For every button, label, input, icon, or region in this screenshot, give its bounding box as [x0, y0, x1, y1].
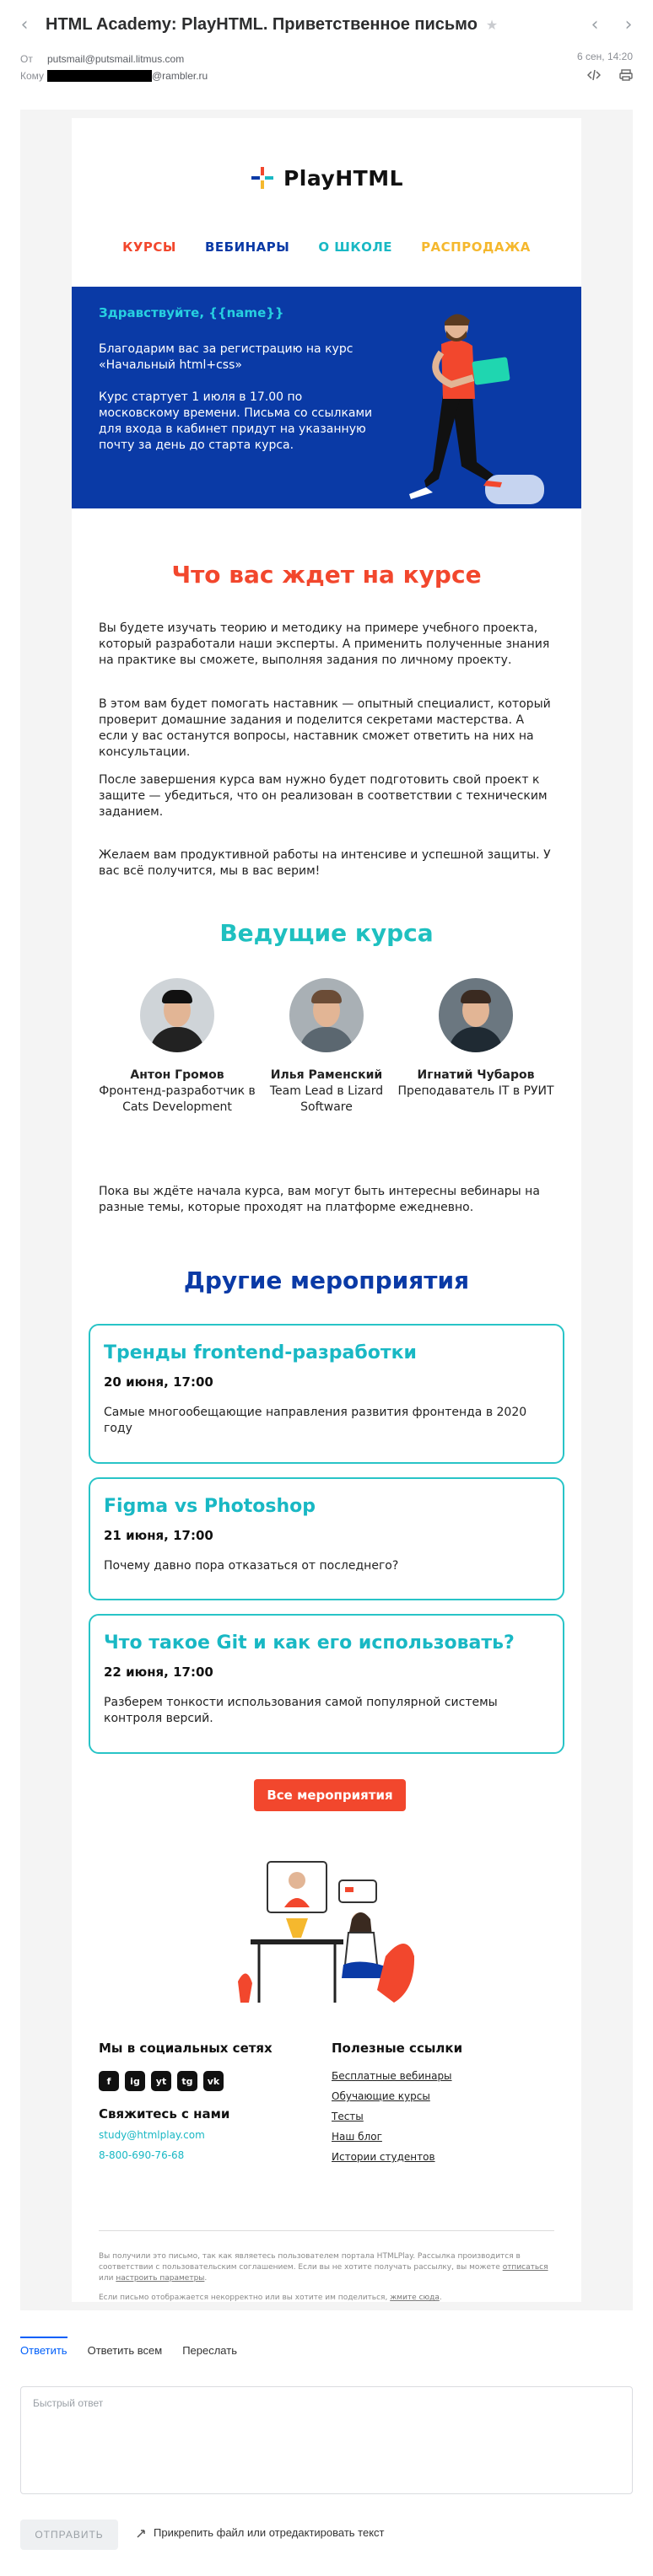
- from-label: От: [20, 53, 33, 65]
- message-subject: HTML Academy: PlayHTML. Приветственное п…: [46, 14, 478, 34]
- event-description: Почему давно пора отказаться от последне…: [104, 1559, 399, 1573]
- message-toolbar: ‹ HTML Academy: PlayHTML. Приветственное…: [0, 0, 653, 49]
- mentor-name: Илья Раменский: [270, 1068, 383, 1082]
- mentor-card: Антон Громов Фронтенд-разработчик в Cats…: [97, 978, 257, 1116]
- footer-social: Мы в социальных сетях f ig yt tg vk Свяж…: [99, 2041, 318, 2165]
- quick-reply-input[interactable]: Быстрый ответ: [20, 2386, 633, 2494]
- event-title[interactable]: Что такое Git и как его использовать?: [104, 1632, 515, 1654]
- mentor-name: Игнатий Чубаров: [417, 1068, 535, 1082]
- email-menu: КУРСЫ ВЕБИНАРЫ О ШКОЛЕ РАСПРОДАЖА: [72, 239, 581, 255]
- footer-links: Полезные ссылки Бесплатные вебинары Обуч…: [332, 2041, 551, 2167]
- message-meta: От putsmail@putsmail.litmus.com Кому @ra…: [20, 51, 633, 84]
- avatar: [439, 978, 513, 1052]
- avatar: [289, 978, 364, 1052]
- legal-text: Вы получили это письмо, так как являетес…: [99, 2252, 521, 2272]
- redacted-address: [47, 70, 152, 82]
- footer-link[interactable]: Тесты: [332, 2106, 551, 2127]
- intro-paragraph-2: В этом вам будет помогать наставник — оп…: [99, 697, 551, 759]
- facebook-icon[interactable]: f: [99, 2071, 119, 2091]
- hero-start-info: Курс стартует 1 июля в 17.00 по московск…: [99, 390, 373, 452]
- what-section-title: Что вас ждет на курсе: [171, 561, 482, 589]
- menu-item-about[interactable]: О ШКОЛЕ: [318, 239, 392, 255]
- tab-forward[interactable]: Переслать: [182, 2344, 237, 2357]
- attach-link[interactable]: Прикрепить файл или отредактировать текс…: [135, 2526, 385, 2539]
- brand-logo[interactable]: PlayHTML: [72, 165, 581, 191]
- footer-divider: [99, 2230, 554, 2231]
- avatar: [140, 978, 214, 1052]
- code-icon[interactable]: [586, 69, 602, 83]
- instagram-icon[interactable]: ig: [125, 2071, 145, 2091]
- menu-item-webinars[interactable]: ВЕБИНАРЫ: [205, 239, 289, 255]
- vk-icon[interactable]: vk: [203, 2071, 224, 2091]
- email-canvas: PlayHTML КУРСЫ ВЕБИНАРЫ О ШКОЛЕ РАСПРОДА…: [20, 110, 633, 2310]
- paperclip-icon: [137, 2529, 145, 2538]
- intro-paragraph-3: После завершения курса вам нужно будет п…: [99, 773, 548, 819]
- footer-link[interactable]: Обучающие курсы: [332, 2086, 551, 2106]
- mentor-card: Илья Раменский Team Lead в Lizard Softwa…: [246, 978, 407, 1116]
- settings-link[interactable]: настроить параметры: [116, 2274, 204, 2283]
- from-address[interactable]: putsmail@putsmail.litmus.com: [47, 53, 184, 65]
- event-title[interactable]: Тренды frontend-разработки: [104, 1342, 417, 1363]
- contact-email[interactable]: study@htmlplay.com: [99, 2125, 318, 2145]
- hero-illustration: [409, 314, 544, 504]
- hero-greeting: Здравствуйте, {{name}}: [99, 305, 284, 320]
- to-label: Кому: [20, 70, 45, 82]
- tab-reply[interactable]: Ответить: [20, 2344, 67, 2357]
- tab-reply-all[interactable]: Ответить всем: [88, 2344, 163, 2357]
- social-title: Мы в социальных сетях: [99, 2041, 273, 2056]
- message-date: 6 сен, 14:20: [576, 51, 633, 62]
- menu-item-courses[interactable]: КУРСЫ: [122, 239, 176, 255]
- youtube-icon[interactable]: yt: [151, 2071, 171, 2091]
- star-icon[interactable]: ★: [486, 17, 498, 33]
- telegram-icon[interactable]: tg: [177, 2071, 197, 2091]
- logo-text: PlayHTML: [283, 165, 404, 191]
- mentor-role: Преподаватель IT в РУИТ: [397, 1084, 554, 1098]
- footer-link[interactable]: Бесплатные вебинары: [332, 2066, 551, 2086]
- print-icon[interactable]: [619, 69, 633, 83]
- event-description: Разберем тонкости использования самой по…: [104, 1696, 498, 1725]
- event-description: Самые многообещающие направления развити…: [104, 1406, 527, 1435]
- attach-label[interactable]: Прикрепить файл или отредактировать текс…: [154, 2526, 385, 2539]
- event-date: 21 июня, 17:00: [104, 1528, 213, 1543]
- unsubscribe-link[interactable]: отписаться: [503, 2263, 548, 2272]
- footer-link[interactable]: Истории студентов: [332, 2147, 551, 2167]
- mentor-role: Фронтенд-разработчик в Cats Development: [99, 1084, 256, 1114]
- all-events-button[interactable]: Все мероприятия: [254, 1779, 406, 1811]
- links-title: Полезные ссылки: [332, 2041, 463, 2056]
- active-tab-indicator: [20, 2337, 67, 2338]
- event-date: 20 июня, 17:00: [104, 1374, 213, 1390]
- event-card[interactable]: Тренды frontend-разработки 20 июня, 17:0…: [89, 1324, 564, 1464]
- menu-item-sale[interactable]: РАСПРОДАЖА: [421, 239, 531, 255]
- reply-tabs: Ответить Ответить всем Переслать: [20, 2344, 237, 2357]
- people-illustration: [238, 1861, 415, 2003]
- hero-banner: Здравствуйте, {{name}} Благодарим вас за…: [72, 287, 581, 508]
- email-body: PlayHTML КУРСЫ ВЕБИНАРЫ О ШКОЛЕ РАСПРОДА…: [72, 118, 581, 2302]
- event-card[interactable]: Что такое Git и как его использовать? 22…: [89, 1614, 564, 1754]
- to-address-suffix[interactable]: @rambler.ru: [152, 70, 208, 82]
- legal-notice: Вы получили это письмо, так как являетес…: [99, 2252, 548, 2302]
- contact-title: Свяжитесь с нами: [99, 2106, 230, 2122]
- mentor-card: Игнатий Чубаров Преподаватель IT в РУИТ: [396, 978, 556, 1100]
- contact-phone[interactable]: 8-800-690-76-68: [99, 2145, 318, 2165]
- events-section-title: Другие мероприятия: [183, 1266, 470, 1294]
- mentor-name: Антон Громов: [130, 1068, 224, 1082]
- back-icon[interactable]: ‹: [15, 14, 34, 35]
- event-title[interactable]: Figma vs Photoshop: [104, 1496, 316, 1517]
- prev-icon[interactable]: ‹: [586, 14, 604, 35]
- mentor-role: Team Lead в Lizard Software: [269, 1084, 384, 1114]
- hero-thanks: Благодарим вас за регистрацию на курс «Н…: [99, 342, 353, 372]
- legal-text-2: Если письмо отображается некорректно или…: [99, 2294, 391, 2302]
- mentors-section-title: Ведущие курса: [219, 919, 434, 947]
- send-button[interactable]: ОТПРАВИТЬ: [20, 2520, 118, 2550]
- event-date: 22 июня, 17:00: [104, 1664, 213, 1680]
- intro-paragraph-4: Желаем вам продуктивной работы на интенс…: [99, 848, 551, 878]
- event-card[interactable]: Figma vs Photoshop 21 июня, 17:00 Почему…: [89, 1477, 564, 1600]
- next-icon[interactable]: ›: [619, 14, 638, 35]
- web-version-link[interactable]: жмите сюда: [390, 2294, 440, 2302]
- intro-paragraph-1: Вы будете изучать теорию и методику на п…: [99, 621, 550, 667]
- footer-link[interactable]: Наш блог: [332, 2127, 551, 2147]
- webinar-intro: Пока вы ждёте начала курса, вам могут бы…: [99, 1185, 540, 1214]
- logo-mark-icon: [250, 165, 275, 191]
